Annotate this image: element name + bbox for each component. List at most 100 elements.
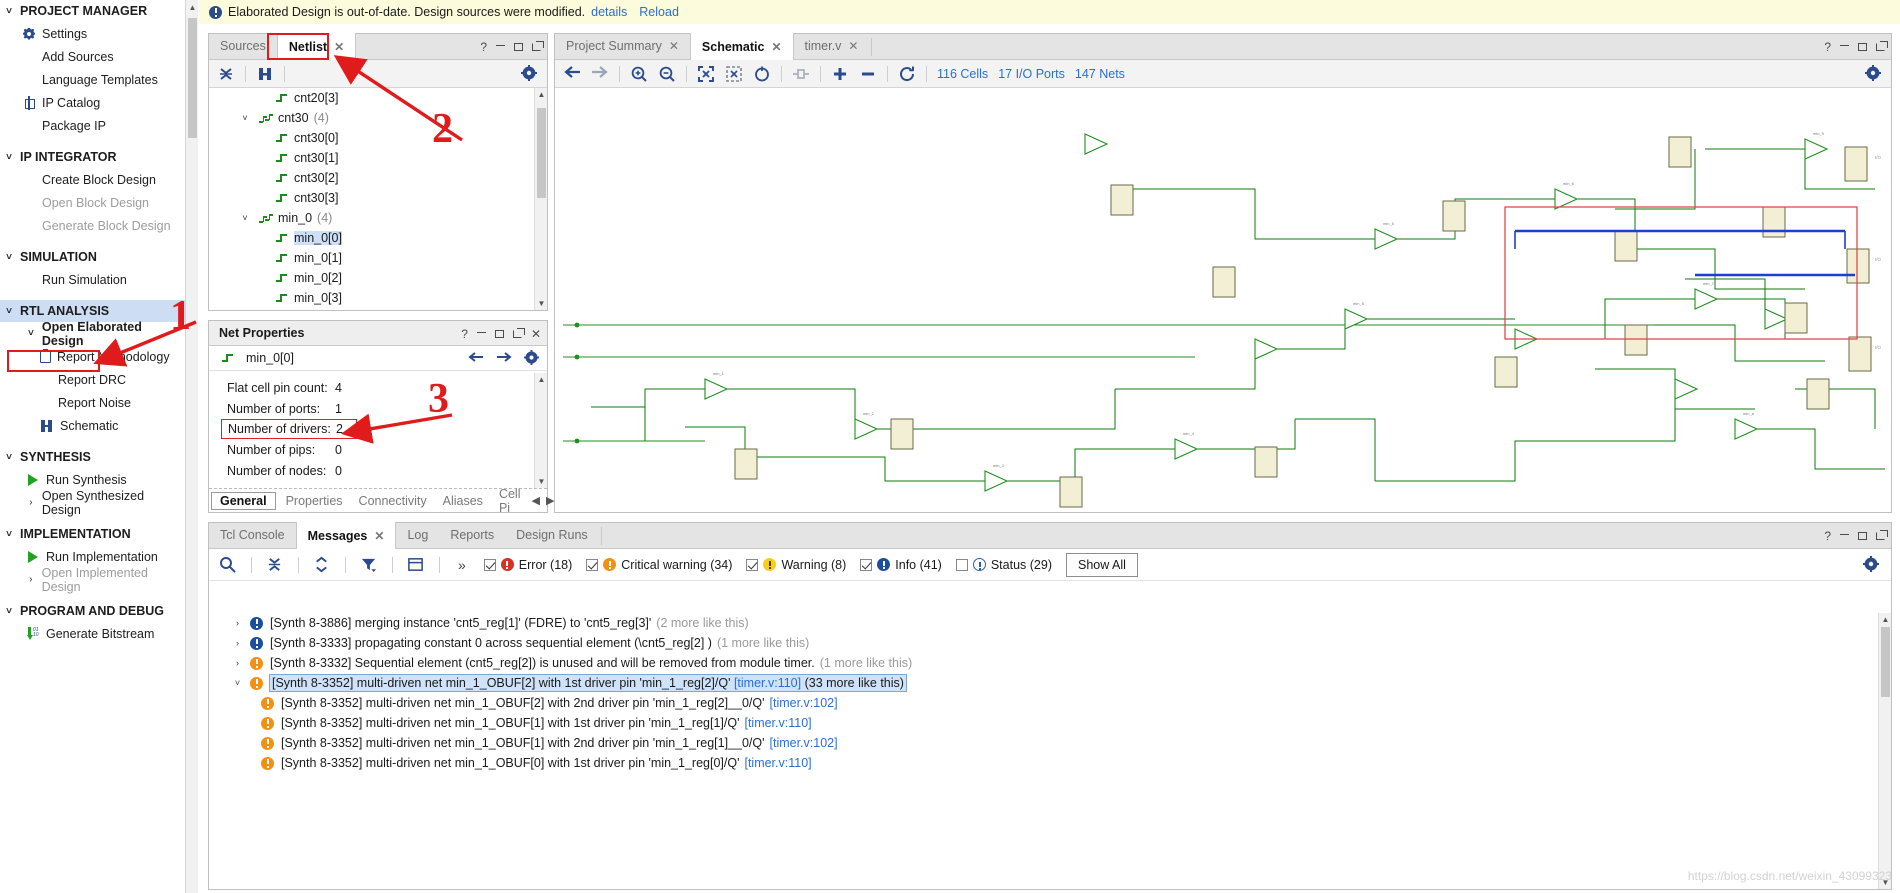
tab-cell-pins[interactable]: Cell Pi	[491, 486, 529, 516]
scrollbar-thumb[interactable]	[537, 108, 546, 198]
maximize-icon[interactable]	[1858, 42, 1867, 51]
checkbox[interactable]	[483, 558, 496, 571]
sidebar-item-run-simulation[interactable]: Run Simulation	[0, 268, 185, 291]
minimize-icon[interactable]	[476, 332, 486, 333]
chevron-right-icon[interactable]: ›	[231, 618, 244, 628]
tree-row[interactable]: ˅ min_0 (4)	[209, 208, 547, 228]
help-icon[interactable]: ?	[480, 40, 487, 54]
checkbox[interactable]	[746, 558, 759, 571]
message-source-link[interactable]: [timer.v:110]	[744, 716, 811, 730]
tab-connectivity[interactable]: Connectivity	[351, 493, 435, 509]
messages-list[interactable]: › [Synth 8-3886] merging instance 'cnt5_…	[209, 613, 1891, 889]
sidebar-item-schematic[interactable]: Schematic	[0, 414, 185, 437]
back-arrow-icon[interactable]	[563, 65, 581, 83]
tab-timer-v[interactable]: timer.v ✕	[794, 33, 870, 59]
tab-properties[interactable]: Properties	[278, 493, 351, 509]
message-source-link[interactable]: [timer.v:102]	[770, 736, 838, 750]
close-icon[interactable]: ✕	[531, 327, 541, 341]
tab-reports[interactable]: Reports	[439, 522, 505, 548]
help-icon[interactable]: ?	[1824, 40, 1831, 54]
tab-project-summary[interactable]: Project Summary ✕	[555, 33, 690, 59]
tab-schematic[interactable]: Schematic ✕	[689, 33, 794, 60]
message-row[interactable]: [Synth 8-3352] multi-driven net min_1_OB…	[209, 733, 1891, 753]
tab-design-runs[interactable]: Design Runs	[505, 522, 599, 548]
sidebar-item-open-synthesized-design[interactable]: › Open Synthesized Design	[0, 489, 185, 517]
zoom-fit-icon[interactable]	[697, 65, 715, 83]
settings-gear-icon[interactable]	[1865, 64, 1883, 83]
sidebar-item-create-block-design[interactable]: Create Block Design	[0, 168, 185, 191]
refresh-circle-icon[interactable]	[753, 65, 771, 83]
minimize-icon[interactable]	[1840, 534, 1849, 535]
search-icon[interactable]	[219, 556, 237, 574]
float-icon[interactable]	[1876, 529, 1888, 540]
scroll-up-icon[interactable]: ▲	[535, 373, 548, 386]
checkbox[interactable]	[586, 558, 599, 571]
schematic-canvas[interactable]: min_1 min_2 min_3 min_4 min_5 min_6 min_7 mi…	[555, 89, 1891, 512]
close-icon[interactable]: ✕	[669, 39, 679, 53]
tab-scroll-left-icon[interactable]: ◀	[528, 494, 542, 507]
settings-gear-icon[interactable]	[521, 64, 539, 83]
collapse-minus-icon[interactable]	[859, 65, 877, 83]
message-row[interactable]: › [Synth 8-3886] merging instance 'cnt5_…	[209, 613, 1891, 633]
maximize-icon[interactable]	[494, 329, 504, 338]
close-icon[interactable]: ✕	[771, 40, 781, 54]
message-row[interactable]: [Synth 8-3352] multi-driven net min_1_OB…	[209, 693, 1891, 713]
float-icon[interactable]	[532, 40, 544, 51]
sidebar-section-simulation[interactable]: ˅ SIMULATION	[0, 246, 185, 268]
show-all-button[interactable]: Show All	[1065, 552, 1138, 577]
close-icon[interactable]: ✕	[848, 39, 858, 53]
scrollbar-thumb[interactable]	[188, 18, 197, 138]
forward-arrow-icon[interactable]	[591, 65, 609, 83]
tree-row[interactable]: cnt30[2]	[209, 168, 547, 188]
net-properties-scrollbar[interactable]: ▲ ▼	[534, 373, 547, 488]
message-row[interactable]: [Synth 8-3352] multi-driven net min_1_OB…	[209, 713, 1891, 733]
collapse-all-icon[interactable]	[266, 556, 284, 574]
filter-critical-warning[interactable]: Critical warning (34)	[586, 558, 732, 572]
back-arrow-icon[interactable]	[468, 351, 484, 366]
help-icon[interactable]: ?	[461, 327, 468, 341]
close-icon[interactable]: ✕	[374, 529, 384, 543]
schematic-icon[interactable]	[256, 65, 274, 83]
more-chevrons-icon[interactable]: »	[458, 557, 466, 573]
tab-log[interactable]: Log	[396, 522, 439, 548]
checkbox[interactable]	[860, 558, 873, 571]
tab-general[interactable]: General	[211, 491, 276, 510]
forward-arrow-icon[interactable]	[496, 351, 512, 366]
chevron-down-icon[interactable]: ˅	[231, 678, 244, 688]
tree-row[interactable]: cnt30[3]	[209, 188, 547, 208]
sidebar-item-package-ip[interactable]: Package IP	[0, 114, 185, 137]
scroll-up-icon[interactable]: ▲	[1879, 613, 1892, 626]
message-row[interactable]: [Synth 8-3352] multi-driven net min_1_OB…	[209, 753, 1891, 773]
banner-reload-link[interactable]: Reload	[639, 5, 679, 19]
tree-row[interactable]: cnt30[0]	[209, 128, 547, 148]
sidebar-section-ip-integrator[interactable]: ˅ IP INTEGRATOR	[0, 146, 185, 168]
scroll-down-icon[interactable]: ▼	[535, 475, 548, 488]
scroll-down-icon[interactable]: ▼	[535, 297, 548, 310]
tree-row[interactable]: cnt30[1]	[209, 148, 547, 168]
checkbox[interactable]	[955, 558, 968, 571]
sidebar-item-generate-bitstream[interactable]: 01 10 Generate Bitstream	[0, 622, 185, 645]
help-icon[interactable]: ?	[1824, 529, 1831, 543]
sidebar-item-open-block-design[interactable]: Open Block Design	[0, 191, 185, 214]
netlist-scrollbar[interactable]: ▲ ▼	[534, 88, 547, 310]
sidebar-section-implementation[interactable]: ˅ IMPLEMENTATION	[0, 523, 185, 545]
banner-details-link[interactable]: details	[591, 5, 627, 19]
filter-error[interactable]: Error (18)	[483, 558, 572, 572]
tree-row[interactable]: min_0[0]	[209, 228, 547, 248]
chevron-right-icon[interactable]: ›	[231, 638, 244, 648]
maximize-icon[interactable]	[1858, 531, 1867, 540]
maximize-icon[interactable]	[514, 42, 523, 51]
scrollbar-thumb[interactable]	[1881, 627, 1890, 697]
sidebar-item-settings[interactable]: Settings	[0, 22, 185, 45]
sidebar-item-language-templates[interactable]: Language Templates	[0, 68, 185, 91]
float-icon[interactable]	[1876, 40, 1888, 51]
message-row-selected[interactable]: ˅ [Synth 8-3352] multi-driven net min_1_…	[209, 673, 1891, 693]
tree-row[interactable]: min_0[2]	[209, 268, 547, 288]
filter-info[interactable]: Info (41)	[860, 558, 942, 572]
filter-warning[interactable]: Warning (8)	[746, 558, 846, 572]
sidebar-item-open-implemented-design[interactable]: › Open Implemented Design	[0, 566, 185, 594]
chevron-right-icon[interactable]: ›	[231, 658, 244, 668]
wrap-lines-icon[interactable]	[407, 556, 425, 574]
minimize-icon[interactable]	[1840, 45, 1849, 46]
scroll-up-icon[interactable]: ▲	[186, 0, 199, 15]
